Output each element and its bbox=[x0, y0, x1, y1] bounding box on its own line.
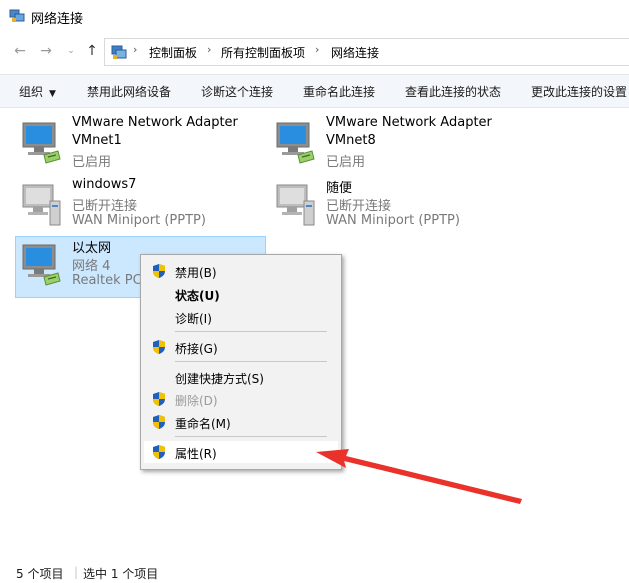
connection-status: Realtek PCI bbox=[72, 273, 146, 288]
menu-separator bbox=[175, 331, 327, 332]
window-title: 网络连接 bbox=[31, 12, 84, 27]
uac-shield-icon bbox=[153, 392, 165, 406]
network-adapter-icon bbox=[276, 122, 315, 164]
menu-label: 属性(R) bbox=[175, 447, 217, 461]
forward-arrow-icon[interactable]: → bbox=[36, 40, 56, 62]
navigation-row: ← → ⌄ ↑ › 控制面板 › 所有控制面板项 › 网络连接 bbox=[0, 36, 629, 66]
menu-item-status[interactable]: 状态(U) bbox=[144, 283, 338, 305]
menu-item-create-shortcut[interactable]: 创建快捷方式(S) bbox=[144, 366, 338, 388]
vpn-connection-icon bbox=[276, 184, 315, 226]
command-bar: 组织 ▼ 禁用此网络设备 诊断这个连接 重命名此连接 查看此连接的状态 更改此连接… bbox=[0, 74, 629, 108]
menu-label: 禁用(B) bbox=[175, 266, 217, 280]
red-arrow-icon bbox=[316, 449, 522, 504]
menu-label: 创建快捷方式(S) bbox=[175, 372, 264, 386]
rename-connection-button[interactable]: 重命名此连接 bbox=[303, 83, 375, 100]
control-panel-icon bbox=[111, 45, 127, 59]
menu-label: 诊断(I) bbox=[175, 312, 212, 326]
connection-subname: VMnet8 bbox=[326, 133, 376, 148]
connection-subname: 已断开连接 bbox=[72, 199, 138, 214]
uac-shield-icon bbox=[153, 340, 165, 354]
uac-shield-icon bbox=[153, 264, 165, 278]
connection-vmnet1[interactable]: VMware Network Adapter VMnet1 已启用 bbox=[16, 115, 266, 175]
connection-vmnet8[interactable]: VMware Network Adapter VMnet8 已启用 bbox=[270, 115, 520, 175]
menu-item-diagnose[interactable]: 诊断(I) bbox=[144, 306, 338, 328]
connection-status: WAN Miniport (PPTP) bbox=[72, 213, 206, 228]
menu-item-bridge[interactable]: 桥接(G) bbox=[144, 336, 338, 358]
breadcrumb-separator-icon[interactable]: › bbox=[207, 43, 211, 56]
breadcrumb-separator-icon: › bbox=[133, 43, 138, 56]
breadcrumb-all-items[interactable]: 所有控制面板项 bbox=[221, 44, 305, 61]
menu-label: 桥接(G) bbox=[175, 342, 218, 356]
breadcrumb-control-panel[interactable]: 控制面板 bbox=[149, 44, 197, 61]
connection-name: 随便 bbox=[326, 181, 353, 196]
status-divider: | bbox=[74, 565, 79, 579]
title-bar: 网络连接 bbox=[0, 0, 629, 32]
organize-menu-button[interactable]: 组织 ▼ bbox=[19, 83, 56, 100]
change-settings-button[interactable]: 更改此连接的设置 bbox=[531, 83, 627, 100]
connection-name: 以太网 bbox=[72, 241, 112, 256]
menu-label: 状态(U) bbox=[175, 289, 220, 303]
recent-locations-chevron-icon[interactable]: ⌄ bbox=[61, 40, 81, 62]
network-adapter-icon bbox=[22, 244, 61, 286]
connection-status: 已启用 bbox=[72, 155, 112, 170]
menu-separator bbox=[175, 436, 327, 437]
menu-item-delete[interactable]: 删除(D) bbox=[144, 388, 338, 410]
connection-name: VMware Network Adapter bbox=[72, 115, 238, 130]
connection-windows7[interactable]: windows7 已断开连接 WAN Miniport (PPTP) bbox=[16, 177, 266, 237]
breadcrumb-separator-icon[interactable]: › bbox=[315, 43, 319, 56]
status-bar: 5 个项目 | 选中 1 个项目 bbox=[0, 561, 629, 583]
up-arrow-icon[interactable]: ↑ bbox=[82, 40, 102, 62]
connection-subname: 网络 4 bbox=[72, 259, 111, 274]
dropdown-caret-icon: ▼ bbox=[49, 89, 56, 99]
connection-subname: 已断开连接 bbox=[326, 199, 392, 214]
menu-label: 删除(D) bbox=[175, 394, 218, 408]
organize-label: 组织 bbox=[19, 85, 44, 99]
view-status-button[interactable]: 查看此连接的状态 bbox=[405, 83, 501, 100]
menu-label: 重命名(M) bbox=[175, 417, 231, 431]
diagnose-connection-button[interactable]: 诊断这个连接 bbox=[201, 83, 273, 100]
menu-item-disable[interactable]: 禁用(B) bbox=[144, 260, 338, 282]
connection-status: 已启用 bbox=[326, 155, 366, 170]
vpn-connection-icon bbox=[22, 184, 61, 226]
menu-separator bbox=[175, 361, 327, 362]
menu-item-properties[interactable]: 属性(R) bbox=[144, 441, 338, 463]
menu-item-rename[interactable]: 重命名(M) bbox=[144, 411, 338, 433]
network-connections-icon bbox=[9, 9, 25, 22]
connection-suibian[interactable]: 随便 已断开连接 WAN Miniport (PPTP) bbox=[270, 177, 520, 237]
back-arrow-icon[interactable]: ← bbox=[10, 40, 30, 62]
breadcrumb-network-connections[interactable]: 网络连接 bbox=[331, 44, 379, 61]
disable-device-button[interactable]: 禁用此网络设备 bbox=[87, 83, 171, 100]
uac-shield-icon bbox=[153, 445, 165, 459]
item-count: 5 个项目 bbox=[16, 567, 64, 581]
network-adapter-icon bbox=[22, 122, 61, 164]
address-bar[interactable]: › 控制面板 › 所有控制面板项 › 网络连接 bbox=[104, 38, 629, 66]
connection-subname: VMnet1 bbox=[72, 133, 122, 148]
uac-shield-icon bbox=[153, 415, 165, 429]
connection-name: windows7 bbox=[72, 177, 137, 192]
selected-count: 选中 1 个项目 bbox=[83, 567, 159, 581]
context-menu: 禁用(B) 状态(U) 诊断(I) 桥接(G) 创建快捷方式(S) 删除(D) … bbox=[140, 254, 342, 470]
connection-name: VMware Network Adapter bbox=[326, 115, 492, 130]
connection-status: WAN Miniport (PPTP) bbox=[326, 213, 460, 228]
